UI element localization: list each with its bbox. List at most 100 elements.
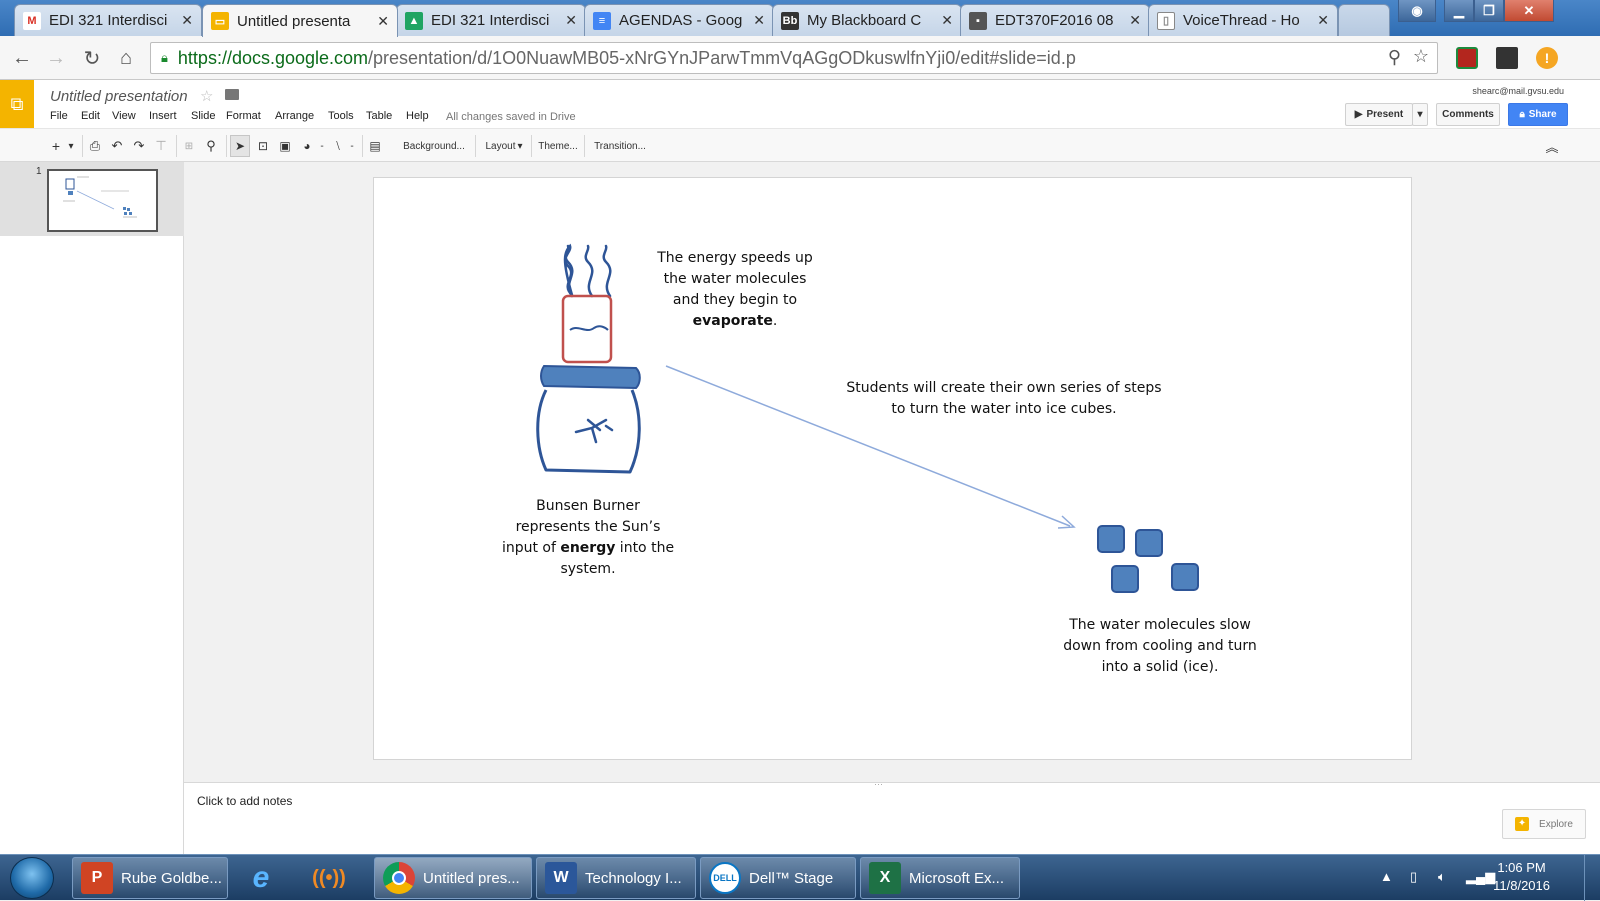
evaporate-caption[interactable]: The energy speeds up the water molecules…: [644, 248, 826, 332]
taskbar-item-ie[interactable]: e: [232, 857, 298, 899]
close-icon[interactable]: ✕: [941, 12, 953, 29]
close-icon[interactable]: ✕: [565, 12, 577, 29]
students-caption[interactable]: Students will create their own series of…: [824, 378, 1184, 420]
transition-button[interactable]: Transition...: [590, 135, 650, 157]
tab-blackboard[interactable]: Bb My Blackboard C ✕: [772, 4, 962, 36]
zoom-button[interactable]: ⚲: [202, 135, 220, 157]
resize-handle-icon[interactable]: ⋯: [874, 779, 883, 790]
comments-button[interactable]: Comments: [1436, 103, 1500, 126]
extension-shield-icon[interactable]: [1456, 47, 1478, 69]
text-box-tool[interactable]: ⊡: [254, 135, 272, 157]
background-button[interactable]: Background...: [396, 135, 472, 157]
layout-button[interactable]: Layout ▾: [480, 135, 528, 157]
caption-line: The water molecules slow: [1069, 617, 1251, 633]
present-dropdown[interactable]: ▾: [1412, 103, 1428, 126]
image-tool[interactable]: ▣: [276, 135, 294, 157]
restore-button[interactable]: ❐: [1474, 0, 1504, 22]
menu-tools[interactable]: Tools: [328, 110, 354, 122]
taskbar-item-wireless[interactable]: ((•)): [302, 857, 364, 899]
fit-button[interactable]: ⊞: [180, 135, 198, 157]
close-window-button[interactable]: ✕: [1504, 0, 1554, 22]
minimize-button[interactable]: ▁: [1444, 0, 1474, 22]
taskbar-item-dell-stage[interactable]: DELL Dell™ Stage: [700, 857, 856, 899]
line-tool[interactable]: ⧵: [328, 135, 348, 157]
collapse-menus-button[interactable]: ︽: [1542, 135, 1562, 157]
slide-thumbnail-row[interactable]: 1: [0, 162, 184, 236]
slides-logo-icon[interactable]: ⧉: [0, 80, 34, 128]
forward-button[interactable]: →: [44, 46, 68, 70]
slide-canvas[interactable]: The energy speeds up the water molecules…: [373, 177, 1412, 760]
document-title[interactable]: Untitled presentation: [50, 88, 188, 105]
back-button[interactable]: ←: [10, 46, 34, 70]
burner-caption[interactable]: Bunsen Burner represents the Sun’s input…: [492, 496, 684, 580]
volume-icon[interactable]: 🔈︎: [1438, 869, 1446, 885]
line-dropdown[interactable]: -: [348, 135, 356, 157]
shape-tool[interactable]: ◕: [296, 135, 318, 157]
tab-edt370[interactable]: ▪ EDT370F2016 08 ✕: [960, 4, 1150, 36]
chrome-menu-alert-icon[interactable]: !: [1536, 47, 1558, 69]
taskbar-item-chrome[interactable]: Untitled pres...: [374, 857, 532, 899]
close-icon[interactable]: ✕: [1317, 12, 1329, 29]
close-icon[interactable]: ✕: [1129, 12, 1141, 29]
menu-insert[interactable]: Insert: [149, 110, 177, 122]
menu-arrange[interactable]: Arrange: [275, 110, 314, 122]
speaker-notes-button[interactable]: ▤: [366, 135, 384, 157]
ice-caption[interactable]: The water molecules slow down from cooli…: [1050, 615, 1270, 678]
show-hidden-icons[interactable]: ▲: [1380, 869, 1393, 884]
zoom-icon[interactable]: ⚲: [1388, 47, 1401, 68]
explore-button[interactable]: ✦ Explore: [1502, 809, 1586, 839]
folder-icon[interactable]: [225, 89, 239, 100]
ice-cube: [1135, 529, 1163, 557]
close-icon[interactable]: ✕: [753, 12, 765, 29]
select-tool[interactable]: ➤: [230, 135, 250, 157]
taskbar-label: Dell™ Stage: [749, 869, 834, 887]
redo-button[interactable]: ↷: [130, 135, 148, 157]
show-desktop-button[interactable]: [1584, 855, 1600, 901]
network-signal-icon[interactable]: ▂▄▆: [1466, 869, 1495, 885]
new-slide-button[interactable]: +: [48, 135, 64, 157]
extension-film-icon[interactable]: [1496, 47, 1518, 69]
powerpoint-icon: P: [81, 862, 113, 894]
tab-gmail[interactable]: M EDI 321 Interdisci ✕: [14, 4, 202, 36]
menu-table[interactable]: Table: [366, 110, 392, 122]
shape-dropdown[interactable]: -: [318, 135, 326, 157]
tab-edi-drive[interactable]: ▲ EDI 321 Interdisci ✕: [396, 4, 586, 36]
tab-voicethread[interactable]: ▯ VoiceThread - Ho ✕: [1148, 4, 1338, 36]
url-input[interactable]: 🔒︎ https://docs.google.com/presentation/…: [150, 42, 1438, 74]
reload-button[interactable]: ↻: [80, 46, 104, 70]
close-icon[interactable]: ✕: [181, 12, 193, 29]
profile-button[interactable]: ◉: [1398, 0, 1436, 22]
menu-edit[interactable]: Edit: [81, 110, 100, 122]
menu-view[interactable]: View: [112, 110, 136, 122]
device-icon[interactable]: ▯: [1410, 869, 1417, 885]
bookmark-star-icon[interactable]: ☆: [1413, 46, 1429, 67]
slide-thumbnail[interactable]: [47, 169, 158, 232]
menu-file[interactable]: File: [50, 110, 68, 122]
undo-button[interactable]: ↶: [108, 135, 126, 157]
print-button[interactable]: ⎙: [86, 135, 104, 157]
taskbar-item-excel[interactable]: X Microsoft Ex...: [860, 857, 1020, 899]
menu-format[interactable]: Format: [226, 110, 261, 122]
new-tab-button[interactable]: [1338, 4, 1390, 36]
close-icon[interactable]: ✕: [377, 13, 389, 30]
tab-untitled-presentation[interactable]: ▭ Untitled presenta ✕: [202, 4, 398, 37]
account-email[interactable]: shearc@mail.gvsu.edu: [1472, 86, 1564, 96]
notes-placeholder[interactable]: Click to add notes: [197, 794, 292, 808]
star-icon[interactable]: ☆: [200, 87, 213, 105]
new-slide-dropdown[interactable]: ▾: [66, 135, 76, 157]
home-button[interactable]: ⌂: [114, 46, 138, 70]
speaker-notes[interactable]: ⋯ Click to add notes ✦ Explore: [184, 779, 1600, 854]
paint-format-button[interactable]: ⊤: [152, 135, 170, 157]
present-button[interactable]: ▶ Present: [1345, 103, 1413, 126]
menu-help[interactable]: Help: [406, 110, 429, 122]
menu-slide[interactable]: Slide: [191, 110, 215, 122]
share-button[interactable]: 🔒︎ Share: [1508, 103, 1568, 126]
layout-label: Layout: [485, 140, 516, 152]
theme-button[interactable]: Theme...: [536, 135, 580, 157]
system-clock[interactable]: 1:06 PM 11/8/2016: [1493, 859, 1550, 895]
taskbar-item-powerpoint[interactable]: P Rube Goldbe...: [72, 857, 228, 899]
tab-agendas[interactable]: ≡ AGENDAS - Goog ✕: [584, 4, 774, 36]
caption-text: input of: [501, 540, 561, 556]
taskbar-item-word[interactable]: W Technology I...: [536, 857, 696, 899]
start-button[interactable]: [10, 857, 54, 899]
